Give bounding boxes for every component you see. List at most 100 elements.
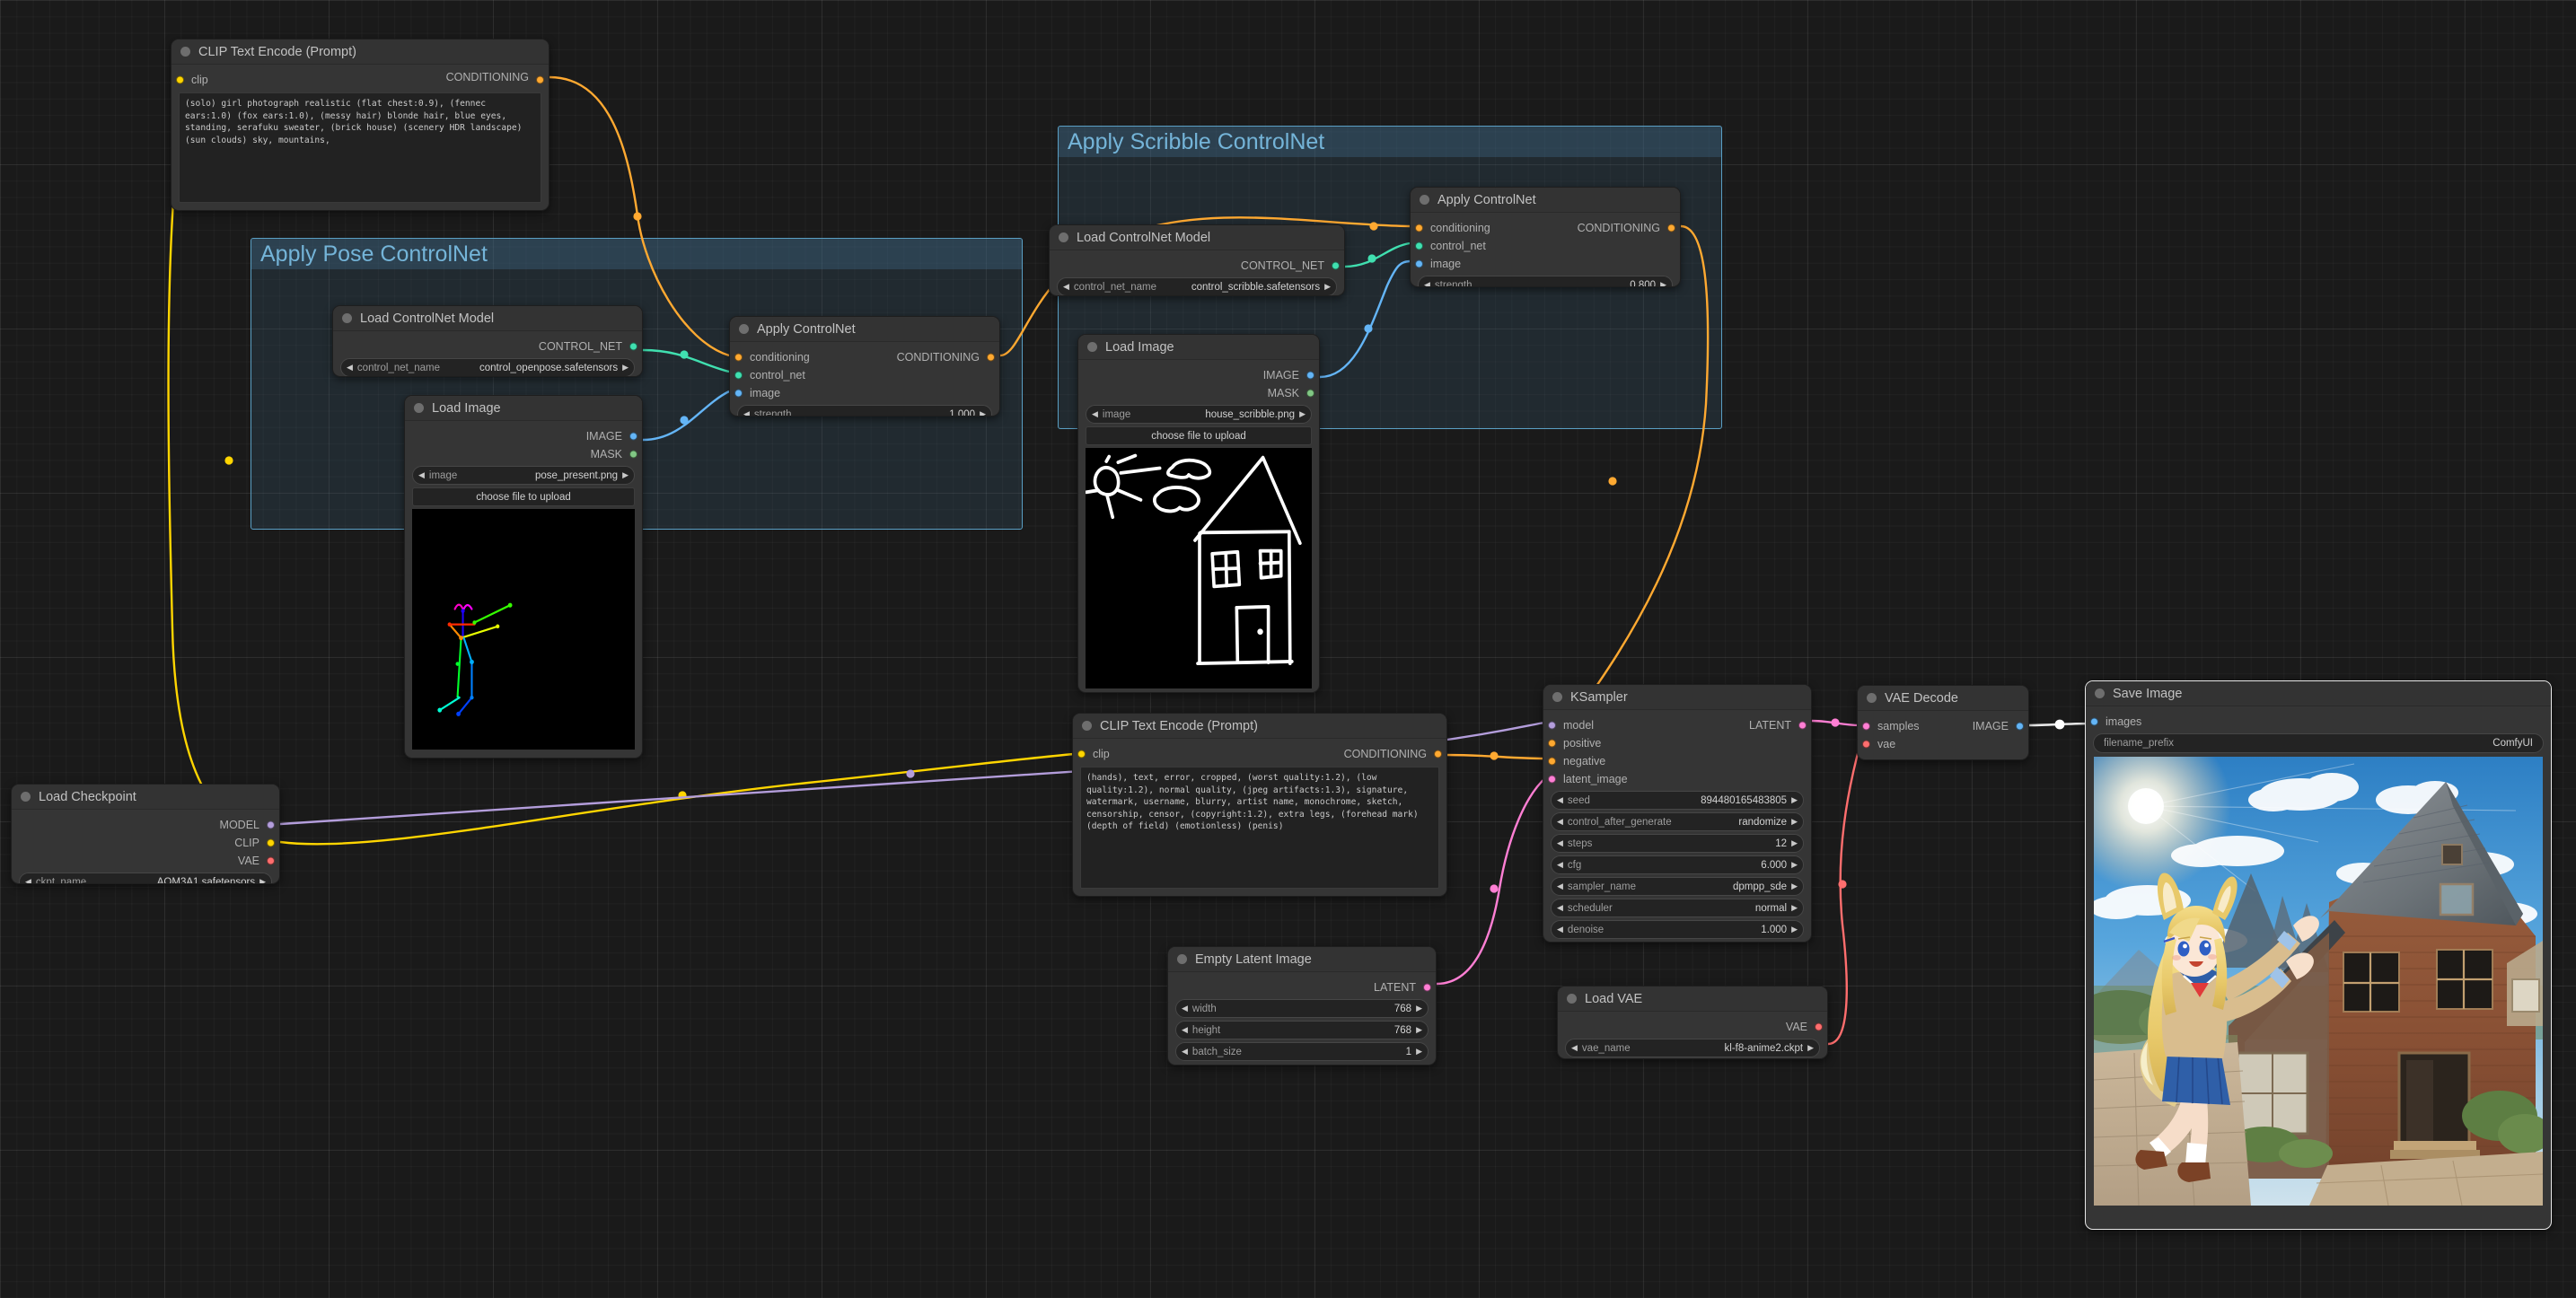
collapse-dot-icon[interactable] — [2095, 688, 2105, 698]
left-arrow-icon[interactable]: ◀ — [1557, 839, 1563, 847]
node-header[interactable]: Save Image — [2086, 681, 2551, 706]
node-header[interactable]: Load ControlNet Model — [333, 306, 642, 331]
port-conditioning-output[interactable] — [536, 75, 544, 84]
node-header[interactable]: Load Image — [1078, 335, 1319, 360]
output-slot-clip[interactable]: CLIP — [12, 834, 279, 852]
right-arrow-icon[interactable]: ▶ — [259, 878, 266, 884]
right-arrow-icon[interactable]: ▶ — [1791, 882, 1798, 890]
left-arrow-icon[interactable]: ◀ — [1182, 1026, 1188, 1034]
input-slot-clip[interactable]: clip CONDITIONING — [1073, 745, 1446, 763]
right-arrow-icon[interactable]: ▶ — [1791, 925, 1798, 934]
port-image-output[interactable] — [1306, 371, 1314, 380]
port-image-output[interactable] — [629, 432, 637, 441]
node-ksampler[interactable]: KSampler model LATENT positive negative … — [1543, 684, 1812, 943]
node-load-vae[interactable]: Load VAE VAE ◀ vae_name kl-f8-anime2.ckp… — [1557, 986, 1828, 1059]
prompt-textarea[interactable]: (hands), text, error, cropped, (worst qu… — [1080, 767, 1439, 889]
port-clip-input[interactable] — [1077, 750, 1086, 759]
collapse-dot-icon[interactable] — [1567, 994, 1577, 1004]
left-arrow-icon[interactable]: ◀ — [418, 471, 425, 479]
widget-image-name[interactable]: ◀ image house_scribble.png ▶ — [1086, 405, 1312, 424]
port-model-input[interactable] — [1548, 721, 1556, 730]
widget-height[interactable]: ◀ height 768 ▶ — [1175, 1021, 1429, 1039]
port-clip-input[interactable] — [176, 75, 184, 84]
widget-control-net-name[interactable]: ◀ control_net_name control_scribble.safe… — [1057, 277, 1337, 295]
node-header[interactable]: Apply ControlNet — [730, 317, 999, 342]
node-header[interactable]: CLIP Text Encode (Prompt) — [171, 39, 549, 65]
left-arrow-icon[interactable]: ◀ — [1557, 861, 1563, 869]
node-load-image-pose[interactable]: Load Image IMAGE MASK ◀ image pose_prese… — [404, 395, 643, 759]
node-load-controlnet-model-pose[interactable]: Load ControlNet Model CONTROL_NET ◀ cont… — [332, 305, 643, 377]
port-conditioning-output[interactable] — [987, 353, 995, 362]
widget-control-net-name[interactable]: ◀ control_net_name control_openpose.safe… — [340, 358, 635, 376]
port-conditioning-input[interactable] — [734, 353, 743, 362]
right-arrow-icon[interactable]: ▶ — [1416, 1004, 1422, 1013]
port-mask-output[interactable] — [629, 450, 637, 459]
port-latent-input[interactable] — [1548, 775, 1556, 784]
port-controlnet-input[interactable] — [1415, 241, 1423, 250]
collapse-dot-icon[interactable] — [1867, 693, 1877, 703]
widget-control-after-generate[interactable]: ◀ control_after_generate randomize ▶ — [1551, 812, 1804, 831]
input-slot-image[interactable]: image — [1411, 255, 1680, 273]
right-arrow-icon[interactable]: ▶ — [622, 471, 629, 479]
output-slot-vae[interactable]: VAE — [12, 852, 279, 870]
right-arrow-icon[interactable]: ▶ — [1807, 1044, 1814, 1052]
right-arrow-icon[interactable]: ▶ — [1791, 904, 1798, 912]
collapse-dot-icon[interactable] — [414, 403, 424, 413]
node-load-checkpoint[interactable]: Load Checkpoint MODEL CLIP VAE ◀ ckpt_na… — [11, 784, 280, 884]
node-header[interactable]: Load VAE — [1558, 987, 1827, 1012]
widget-ckpt-name[interactable]: ◀ ckpt_name AOM3A1.safetensors ▶ — [19, 873, 272, 884]
port-controlnet-output[interactable] — [629, 342, 637, 351]
collapse-dot-icon[interactable] — [21, 792, 31, 802]
widget-seed[interactable]: ◀ seed 894480165483805 ▶ — [1551, 791, 1804, 810]
left-arrow-icon[interactable]: ◀ — [1571, 1044, 1578, 1052]
right-arrow-icon[interactable]: ▶ — [1791, 861, 1798, 869]
node-apply-controlnet-pose[interactable]: Apply ControlNet conditioning CONDITIONI… — [729, 316, 1000, 417]
workflow-canvas[interactable]: Apply Pose ControlNet Apply Scribble Con… — [0, 0, 2576, 1298]
node-apply-controlnet-scribble[interactable]: Apply ControlNet conditioning CONDITIONI… — [1410, 187, 1681, 287]
node-header[interactable]: Load ControlNet Model — [1050, 225, 1344, 250]
widget-image-name[interactable]: ◀ image pose_present.png ▶ — [412, 466, 635, 485]
input-slot-images[interactable]: images — [2086, 713, 2551, 731]
port-positive-input[interactable] — [1548, 739, 1556, 748]
input-slot-vae[interactable]: vae — [1858, 735, 2028, 753]
input-slot-control-net[interactable]: control_net — [1411, 237, 1680, 255]
right-arrow-icon[interactable]: ▶ — [1299, 410, 1306, 418]
input-slot-samples[interactable]: samples IMAGE — [1858, 717, 2028, 735]
right-arrow-icon[interactable]: ▶ — [980, 410, 986, 417]
input-slot-conditioning[interactable]: conditioning CONDITIONING — [1411, 219, 1680, 237]
right-arrow-icon[interactable]: ▶ — [1791, 839, 1798, 847]
port-negative-input[interactable] — [1548, 757, 1556, 766]
output-slot-vae[interactable]: VAE — [1558, 1018, 1827, 1036]
input-slot-positive[interactable]: positive — [1543, 734, 1811, 752]
collapse-dot-icon[interactable] — [1552, 692, 1562, 702]
output-slot-latent[interactable]: LATENT — [1168, 978, 1436, 996]
input-slot-control-net[interactable]: control_net — [730, 366, 999, 384]
input-slot-clip[interactable]: clip CONDITIONING — [171, 71, 549, 89]
node-header[interactable]: Empty Latent Image — [1168, 947, 1436, 972]
node-header[interactable]: KSampler — [1543, 685, 1811, 710]
node-header[interactable]: VAE Decode — [1858, 686, 2028, 711]
left-arrow-icon[interactable]: ◀ — [1557, 818, 1563, 826]
node-header[interactable]: Apply ControlNet — [1411, 188, 1680, 213]
collapse-dot-icon[interactable] — [1087, 342, 1097, 352]
port-conditioning-input[interactable] — [1415, 224, 1423, 232]
input-slot-conditioning[interactable]: conditioning CONDITIONING — [730, 348, 999, 366]
node-empty-latent-image[interactable]: Empty Latent Image LATENT ◀ width 768 ▶ … — [1167, 946, 1437, 1066]
port-clip-output[interactable] — [267, 838, 275, 847]
node-load-controlnet-model-scribble[interactable]: Load ControlNet Model CONTROL_NET ◀ cont… — [1049, 224, 1345, 296]
output-slot-mask[interactable]: MASK — [405, 445, 642, 463]
choose-file-to-upload-button[interactable]: choose file to upload — [1086, 426, 1312, 445]
port-samples-input[interactable] — [1862, 722, 1870, 731]
widget-batch-size[interactable]: ◀ batch_size 1 ▶ — [1175, 1042, 1429, 1061]
output-slot-model[interactable]: MODEL — [12, 816, 279, 834]
port-vae-output[interactable] — [267, 856, 275, 865]
node-load-image-scribble[interactable]: Load Image IMAGE MASK ◀ image house_scri… — [1077, 334, 1320, 693]
collapse-dot-icon[interactable] — [739, 324, 749, 334]
right-arrow-icon[interactable]: ▶ — [1791, 818, 1798, 826]
left-arrow-icon[interactable]: ◀ — [25, 878, 31, 884]
port-controlnet-input[interactable] — [734, 371, 743, 380]
input-slot-image[interactable]: image — [730, 384, 999, 402]
port-conditioning-output[interactable] — [1667, 224, 1675, 232]
widget-filename-prefix[interactable]: filename_prefix ComfyUI — [2093, 733, 2544, 753]
collapse-dot-icon[interactable] — [180, 47, 190, 57]
